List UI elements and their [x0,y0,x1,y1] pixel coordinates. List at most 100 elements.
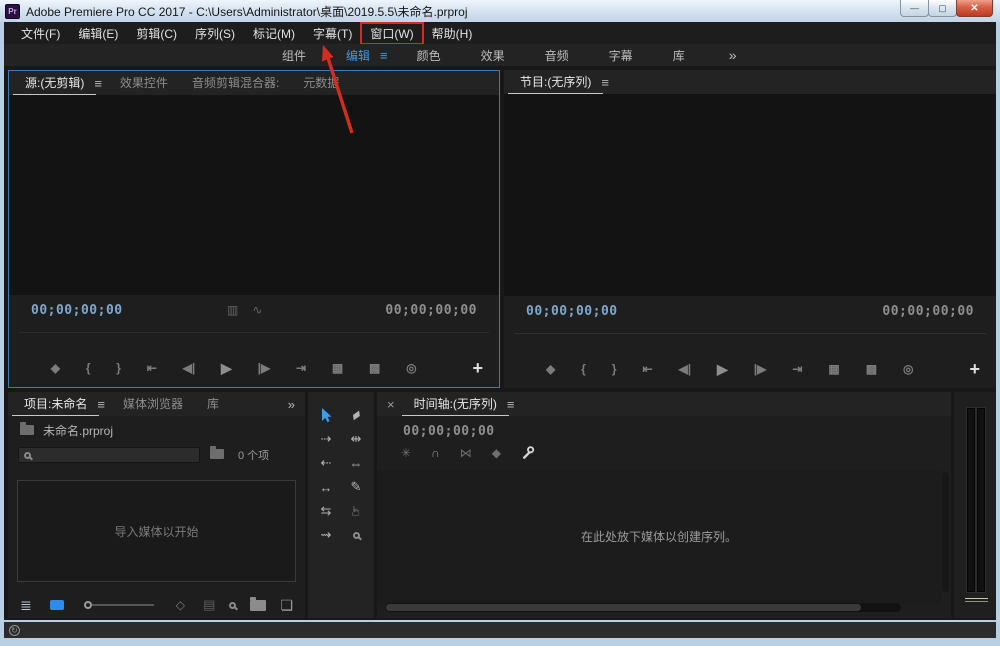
step-forward-button[interactable]: |▶ [754,362,767,376]
tab-audio-clip-mixer[interactable]: 音频剪辑混合器: [180,72,291,95]
hand-tool[interactable]: ☞ [341,500,371,522]
minimize-button[interactable]: — [900,0,929,17]
tab-source-monitor[interactable]: 源:(无剪辑) [13,72,96,95]
step-back-button[interactable]: ◀| [183,361,196,375]
timeline-vertical-scrollbar[interactable] [942,472,949,592]
export-frame-button[interactable]: ◎ [406,361,416,375]
maximize-button[interactable]: ▢ [928,0,957,17]
mark-out-button[interactable]: } [612,362,617,376]
timeline-horizontal-scrollbar[interactable] [385,603,901,612]
find-in-bin-icon[interactable] [210,446,224,464]
drag-audio-icon[interactable]: ∿ [252,303,262,317]
menu-edit[interactable]: 编辑(E) [69,23,127,44]
workspace-tab-audio[interactable]: 音频 [525,47,589,64]
add-marker-icon[interactable]: ◆ [492,446,501,460]
workspace-tab-color[interactable]: 颜色 [397,47,461,64]
new-item-button[interactable]: ❏ [280,597,293,614]
panel-menu-icon[interactable]: ≡ [595,71,615,94]
menu-markers[interactable]: 标记(M) [244,23,304,44]
overwrite-button[interactable]: ▩ [369,361,380,375]
program-current-timecode[interactable]: 00;00;00;00 [526,304,618,319]
insert-nested-icon[interactable]: ✳ [401,446,411,460]
project-empty-droparea[interactable]: 导入媒体以开始 [17,480,296,582]
menu-help[interactable]: 帮助(H) [423,23,482,44]
panel-menu-icon[interactable]: ≡ [91,393,111,416]
play-button[interactable]: ▶ [717,361,728,378]
zoom-slider-knob[interactable] [84,601,92,609]
insert-button[interactable]: ▦ [332,361,343,375]
timeline-timecode[interactable]: 00;00;00;00 [377,416,951,439]
close-panel-icon[interactable]: × [381,397,402,412]
menu-sequence[interactable]: 序列(S) [186,23,244,44]
mark-in-button[interactable]: { [581,362,586,376]
project-file-name: 未命名.prproj [43,422,113,439]
go-to-out-button[interactable]: ⇥ [792,362,802,376]
menu-clip[interactable]: 剪辑(C) [127,23,186,44]
tab-effect-controls[interactable]: 效果控件 [108,72,180,95]
go-to-out-button[interactable]: ⇥ [296,361,306,375]
tab-project[interactable]: 项目:未命名 [12,393,99,416]
razor-tool[interactable]: ▰ [341,404,371,426]
workspace-tab-effects[interactable]: 效果 [461,47,525,64]
time-remap-tool[interactable]: ⇝ [311,524,341,546]
tab-timeline[interactable]: 时间轴:(无序列) [402,393,509,416]
menu-file[interactable]: 文件(F) [12,23,69,44]
timeline-track-area[interactable]: 在此处放下媒体以创建序列。 [377,470,941,604]
tab-program-monitor[interactable]: 节目:(无序列) [508,71,603,94]
slip-tool[interactable]: ↔ [311,476,341,498]
add-marker-button[interactable]: ◆ [546,362,555,376]
workspace-overflow-chevron[interactable]: » [729,47,737,63]
export-frame-button[interactable]: ◎ [903,362,913,376]
step-forward-button[interactable]: |▶ [258,361,271,375]
linked-selection-icon[interactable]: ⋈ [460,446,472,460]
menu-window[interactable]: 窗口(W) [361,23,422,44]
tab-libraries[interactable]: 库 [195,393,231,416]
zoom-tool[interactable] [341,524,371,546]
step-back-button[interactable]: ◀| [678,362,691,376]
source-current-timecode[interactable]: 00;00;00;00 [31,303,123,318]
find-button[interactable] [229,602,236,609]
sort-icon[interactable]: ◇ [176,598,185,612]
go-to-in-button[interactable]: ⇤ [147,361,157,375]
list-view-button[interactable]: ≣ [20,597,32,614]
timeline-settings-wrench-icon[interactable] [521,445,535,462]
track-select-forward-tool[interactable]: ⇢ [311,428,341,450]
selection-tool[interactable] [311,404,341,426]
project-search-box[interactable] [18,447,200,463]
tab-metadata[interactable]: 元数据 [291,72,351,95]
icon-view-button[interactable] [50,600,64,610]
panel-overflow-chevron[interactable]: » [288,397,305,412]
add-marker-button[interactable]: ◆ [51,361,60,375]
workspace-tab-libraries[interactable]: 库 [653,47,705,64]
mark-out-button[interactable]: } [116,361,121,375]
panel-menu-icon[interactable]: ≡ [501,393,521,416]
new-bin-button[interactable] [250,600,266,611]
go-to-in-button[interactable]: ⇤ [642,362,652,376]
overwrite-button[interactable]: ▩ [866,362,877,376]
source-scrub-bar[interactable] [9,325,499,351]
workspace-tab-assembly[interactable]: 组件 [262,47,326,64]
workspace-panel-menu-icon[interactable]: ≡ [375,48,393,63]
tab-media-browser[interactable]: 媒体浏览器 [111,393,195,416]
automate-to-sequence-button[interactable]: ▤ [203,597,215,613]
program-scrub-bar[interactable] [504,326,996,352]
workspace-tab-captions[interactable]: 字幕 [589,47,653,64]
play-button[interactable]: ▶ [221,360,232,377]
button-editor-plus-icon[interactable]: + [969,360,980,378]
slide-tool[interactable]: ⇆ [311,500,341,522]
rate-stretch-tool[interactable]: ⇔ [341,452,371,474]
drag-video-icon[interactable]: ▥ [227,303,238,317]
project-search-input[interactable] [35,449,185,461]
zoom-slider[interactable] [84,601,154,609]
insert-button[interactable]: ▦ [828,362,839,376]
snap-icon[interactable]: ∩ [431,446,440,460]
panel-menu-icon[interactable]: ≡ [88,72,108,95]
close-button[interactable]: ✕ [956,0,993,17]
ripple-edit-tool[interactable]: ⇹ [341,428,371,450]
pen-tool[interactable]: ✎ [341,476,371,498]
menu-captions[interactable]: 字幕(T) [304,23,361,44]
rolling-edit-tool[interactable]: ⇠ [311,452,341,474]
mark-in-button[interactable]: { [86,361,91,375]
source-panel-tabs: 源:(无剪辑)≡效果控件音频剪辑混合器:元数据 [13,71,499,95]
button-editor-plus-icon[interactable]: + [472,359,483,377]
